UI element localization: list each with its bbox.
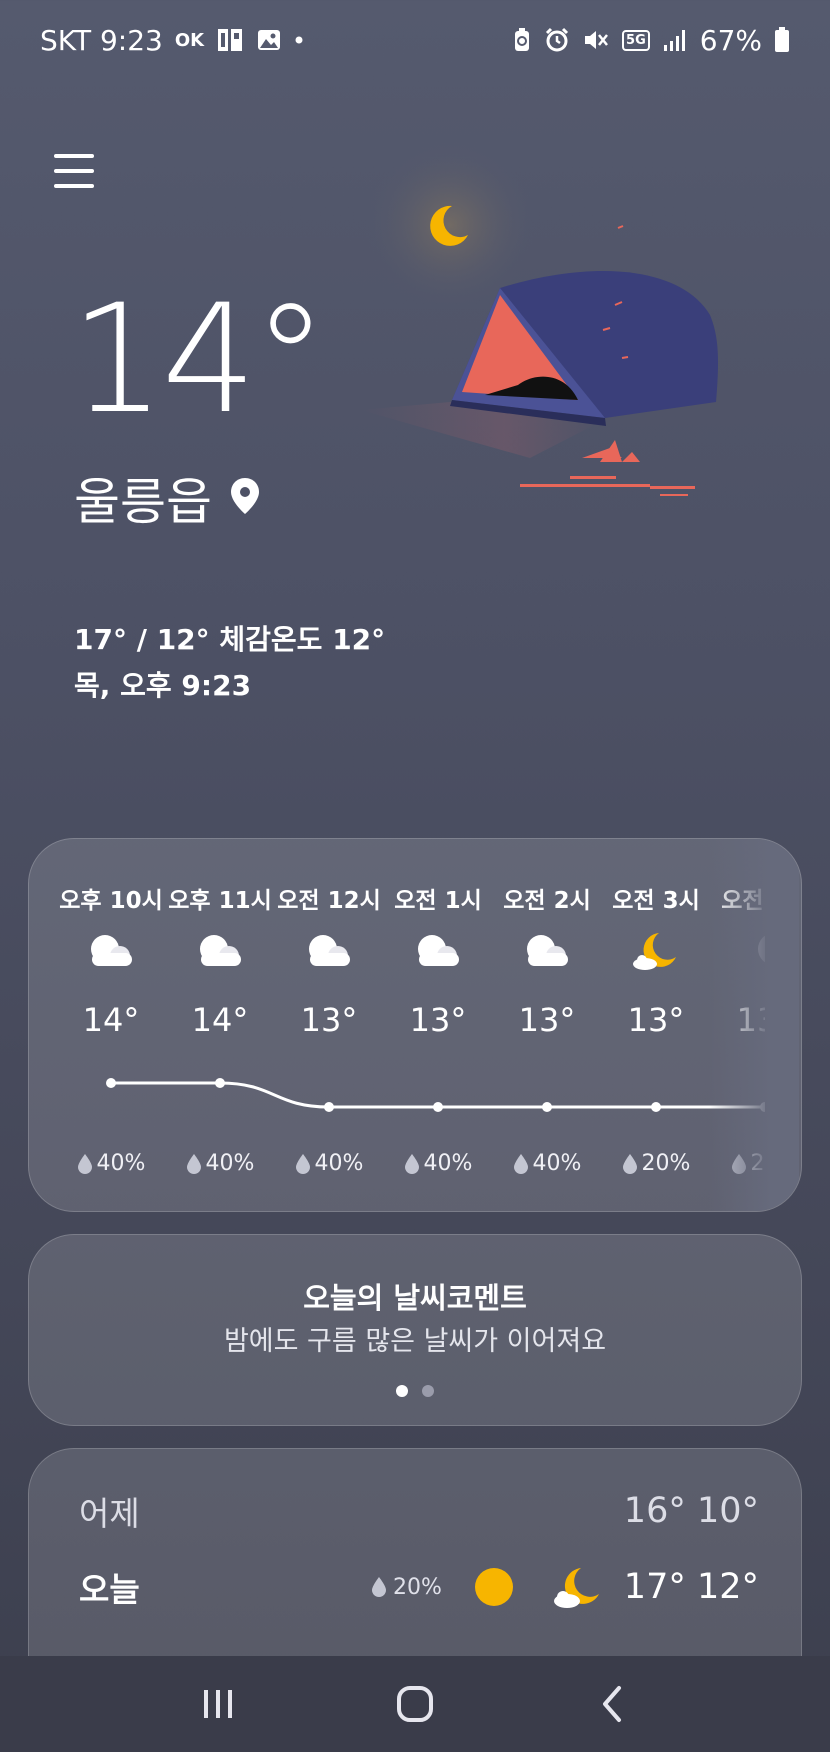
hour-rain-value: 40% [96,1151,146,1176]
hourly-item: 오전 1시 13° 40% [383,839,493,1211]
hour-time: 오전 3시 [612,888,700,914]
news-app-icon [216,26,244,54]
hour-time: 오전 1시 [394,888,482,914]
hourly-item: 오전 12시 13° 40% [274,839,384,1211]
raindrop-icon [622,1153,637,1174]
location-name: 울릉읍 [74,473,212,531]
battery-percent: 67% [699,23,762,57]
hourly-item: 오후 11시 14° 40% [165,839,275,1211]
system-navigation-bar [0,1656,830,1752]
raindrop-icon [372,1577,386,1597]
cloud-icon [304,929,354,969]
status-left: SKT 9:23 OK [40,24,304,57]
day-name: 어제 [79,1494,140,1533]
status-bar: SKT 9:23 OK 5G 67% [0,0,830,80]
hour-rain-value: 20% [641,1151,691,1176]
day-temps: 17° 12° [623,1567,759,1607]
notification-dot-icon [294,35,304,45]
location[interactable]: 울릉읍 [74,462,260,534]
hour-temperature: 13° [518,1001,576,1039]
page-indicator-dot[interactable] [396,1385,408,1397]
raindrop-icon [513,1153,528,1174]
moon-cloud-icon [551,1564,605,1610]
weather-comment-title: 오늘의 날씨코멘트 [303,1281,527,1315]
hour-time: 오전 12시 [277,888,381,914]
cloud-icon [86,929,136,969]
day-name: 오늘 [79,1570,140,1609]
menu-button[interactable] [54,154,94,194]
menu-icon-line [54,169,94,173]
hour-temperature: 13° [627,1001,685,1039]
weather-comment-card[interactable]: 오늘의 날씨코멘트 밤에도 구름 많은 날씨가 이어져요 [28,1234,802,1426]
scroll-fade-overlay [709,839,799,1211]
hourly-item: 오후 10시 14° 40% [56,839,166,1211]
menu-icon-line [54,154,94,158]
day-rain-value: 20% [393,1574,442,1600]
ok-cashbag-icon: OK [174,29,205,51]
cloud-icon [195,929,245,969]
current-temperature: 14° [70,273,328,447]
raindrop-icon [295,1153,310,1174]
menu-icon-line [54,184,94,188]
raindrop-icon [77,1153,92,1174]
night-camping-illustration [360,140,810,540]
carrier-time: SKT 9:23 [40,23,163,57]
hour-rain-chance: 40% [165,1151,275,1176]
back-button[interactable] [582,1674,642,1734]
location-pin-icon [230,469,260,527]
hour-time: 오후 11시 [168,888,272,914]
hour-temperature: 14° [191,1001,249,1039]
back-icon [602,1686,621,1722]
raindrop-icon [404,1153,419,1174]
5g-icon: 5G [622,29,650,51]
cloud-icon [413,929,463,969]
hour-temperature: 14° [82,1001,140,1039]
moon-glow [365,140,535,310]
page-indicator [29,1385,801,1397]
hour-rain-chance: 40% [383,1151,493,1176]
high-low-feels-like: 17° / 12° 체감온도 12° [74,623,386,656]
hour-rain-chance: 40% [56,1151,166,1176]
hour-time: 오전 2시 [503,888,591,914]
weather-comment-body: 밤에도 구름 많은 날씨가 이어져요 [223,1326,607,1357]
home-button[interactable] [385,1674,445,1734]
cloud-icon [522,929,572,969]
moon-cloud-icon [631,929,681,970]
hour-rain-chance: 40% [492,1151,602,1176]
daily-row-today[interactable]: 오늘 20% 17° 12° [79,1557,759,1617]
hour-rain-value: 40% [532,1151,582,1176]
signal-strength-icon [662,27,688,53]
daily-row-yesterday[interactable]: 어제 16° 10° [79,1481,759,1541]
gallery-icon [256,27,282,53]
alarm-icon [544,27,570,53]
battery-saver-icon [512,27,532,53]
hourly-forecast-card[interactable]: 오후 10시 14° 40% 오후 11시 14° 40% 오전 12시 13° 40% 오전 1… [28,838,802,1212]
hour-rain-value: 40% [205,1151,255,1176]
hourly-item: 오전 3시 13° 20% [601,839,711,1211]
mute-icon [582,27,610,53]
hour-temperature: 13° [409,1001,467,1039]
battery-icon [774,26,790,54]
hourly-item: 오전 2시 13° 40% [492,839,602,1211]
sun-icon [471,1564,517,1610]
hour-rain-value: 40% [423,1151,473,1176]
day-temps: 16° 10° [623,1491,759,1531]
recent-apps-button[interactable] [188,1674,248,1734]
recent-apps-icon [204,1690,233,1718]
home-icon [396,1686,433,1722]
hourly-forecast-track[interactable]: 오후 10시 14° 40% 오후 11시 14° 40% 오전 12시 13° 40% 오전 1… [29,839,765,1211]
hour-temperature: 13° [300,1001,358,1039]
status-right: 5G 67% [512,24,790,57]
hour-rain-chance: 20% [601,1151,711,1176]
day-rain-chance: 20% [371,1575,442,1600]
hour-time: 오후 10시 [59,888,163,914]
hour-rain-value: 40% [314,1151,364,1176]
raindrop-icon [186,1153,201,1174]
current-datetime: 목, 오후 9:23 [74,669,252,702]
page-indicator-dot[interactable] [422,1385,434,1397]
hour-rain-chance: 40% [274,1151,384,1176]
